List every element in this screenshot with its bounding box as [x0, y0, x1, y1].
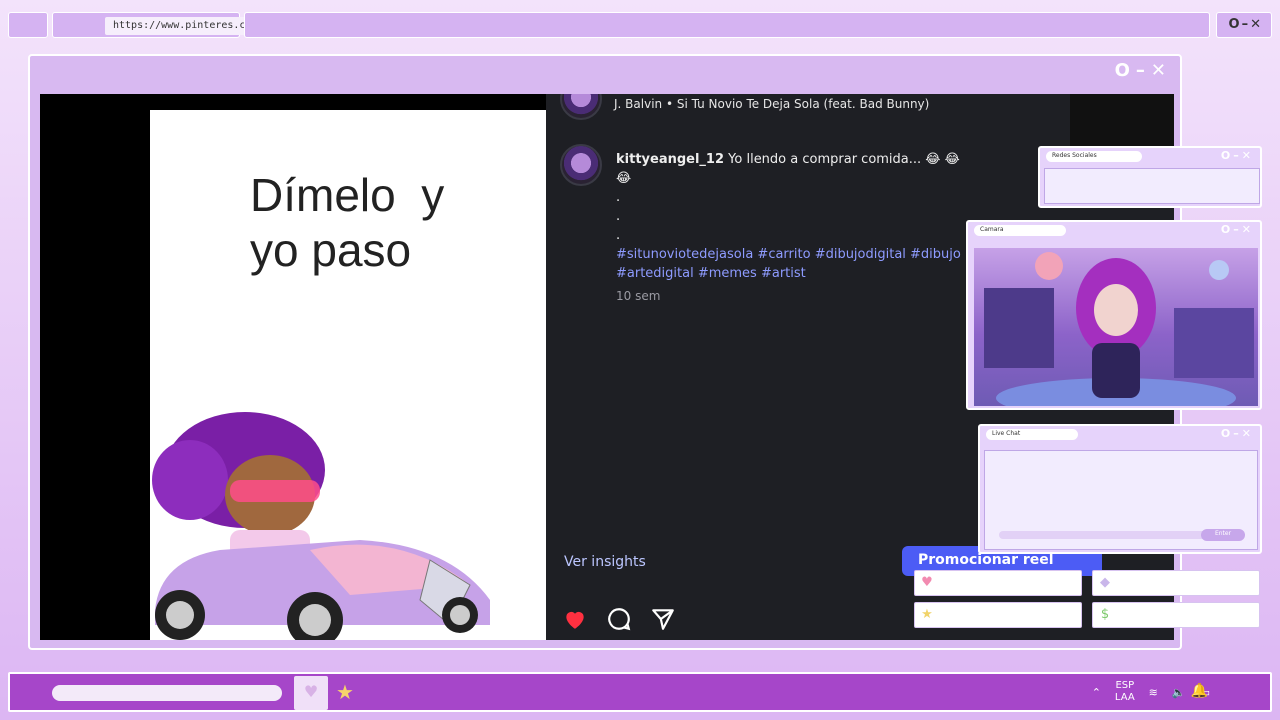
song-avatar[interactable]: [560, 94, 602, 120]
notification-bell-icon[interactable]: 🔔: [1191, 683, 1208, 699]
main-window-controls-icon[interactable]: O–✕: [1115, 60, 1172, 81]
camera-panel: Camara O–✕: [966, 220, 1262, 410]
cartoon-car-illustration: [152, 412, 490, 640]
heart-icon[interactable]: [562, 606, 588, 632]
video-letterbox: [40, 94, 150, 640]
window-controls-icon[interactable]: O–✕: [1229, 17, 1263, 32]
live-chat-body: Enter: [984, 450, 1258, 550]
money-icon: $: [1100, 607, 1110, 622]
reel-thumbnail[interactable]: [1070, 94, 1174, 150]
mini-star-box: ★: [914, 602, 1082, 628]
keyboard-layout: LAA: [1114, 692, 1135, 703]
post-time: 10 sem: [616, 289, 661, 303]
wifi-icon[interactable]: ≋: [1149, 686, 1158, 699]
volume-icon[interactable]: 🔈: [1172, 686, 1186, 699]
live-chat-input[interactable]: [999, 531, 1229, 539]
video-top-bar: [150, 94, 546, 110]
song-title[interactable]: J. Balvin • Si Tu Novio Te Deja Sola (fe…: [614, 97, 929, 111]
social-panel-title: Redes Sociales: [1046, 151, 1142, 162]
share-icon[interactable]: [650, 606, 676, 632]
live-chat-panel: Live Chat O–✕ Enter: [978, 424, 1262, 554]
meme-caption: Dímelo y yo paso: [250, 169, 445, 277]
hashtag-list[interactable]: #situnoviotedejasola #carrito #dibujodig…: [616, 245, 976, 283]
star-icon[interactable]: ★: [336, 680, 354, 704]
user-avatar[interactable]: [560, 144, 602, 186]
taskbar: ♥ ★ ⌃ ESP LAA ≋ 🔈 ▭ 🔔: [8, 672, 1272, 712]
mini-heart-box: ♥: [914, 570, 1082, 596]
language-indicator[interactable]: ESP LAA: [1115, 680, 1135, 704]
reel-video[interactable]: Dímelo y yo paso: [150, 110, 546, 640]
mini-money-box: $: [1092, 602, 1260, 628]
username-link[interactable]: kittyeangel_12: [616, 152, 724, 167]
live-chat-enter-button[interactable]: Enter: [1201, 529, 1245, 541]
mini-diamond-box: ◆: [1092, 570, 1260, 596]
post-caption: kittyeangel_12 Yo llendo a comprar comid…: [616, 150, 976, 306]
social-panel: Redes Sociales O–✕: [1038, 146, 1262, 208]
language-code: ESP: [1115, 680, 1135, 691]
caption-dot: .: [616, 190, 621, 205]
browser-bar-decor: [244, 12, 1210, 38]
live-chat-controls-icon[interactable]: O–✕: [1221, 427, 1254, 440]
star-icon: ★: [921, 607, 933, 622]
reel-actions: [562, 606, 676, 632]
diamond-icon: ◆: [1100, 575, 1110, 590]
heart-icon[interactable]: ♥: [294, 676, 328, 710]
heart-icon: ♥: [921, 575, 933, 590]
address-bar[interactable]: https://www.pinteres.com/: [52, 12, 285, 38]
caption-dot: .: [616, 209, 621, 224]
camera-feed: [974, 248, 1258, 406]
main-titlebar: O–✕: [30, 56, 1180, 86]
insights-link[interactable]: Ver insights: [564, 554, 646, 570]
browser-controls[interactable]: O–✕: [1216, 12, 1272, 38]
comment-icon[interactable]: [606, 606, 632, 632]
social-panel-body: [1044, 168, 1260, 204]
caption-dot: .: [616, 228, 621, 243]
social-panel-controls-icon[interactable]: O–✕: [1221, 149, 1254, 162]
browser-bar-left-segment: [8, 12, 48, 38]
camera-panel-title: Camara: [974, 225, 1066, 236]
chevron-up-icon[interactable]: ⌃: [1092, 686, 1101, 699]
live-chat-title: Live Chat: [986, 429, 1078, 440]
camera-panel-controls-icon[interactable]: O–✕: [1221, 223, 1254, 236]
browser-bar: https://www.pinteres.com/ O–✕: [8, 12, 1272, 38]
taskbar-search[interactable]: [52, 685, 282, 701]
